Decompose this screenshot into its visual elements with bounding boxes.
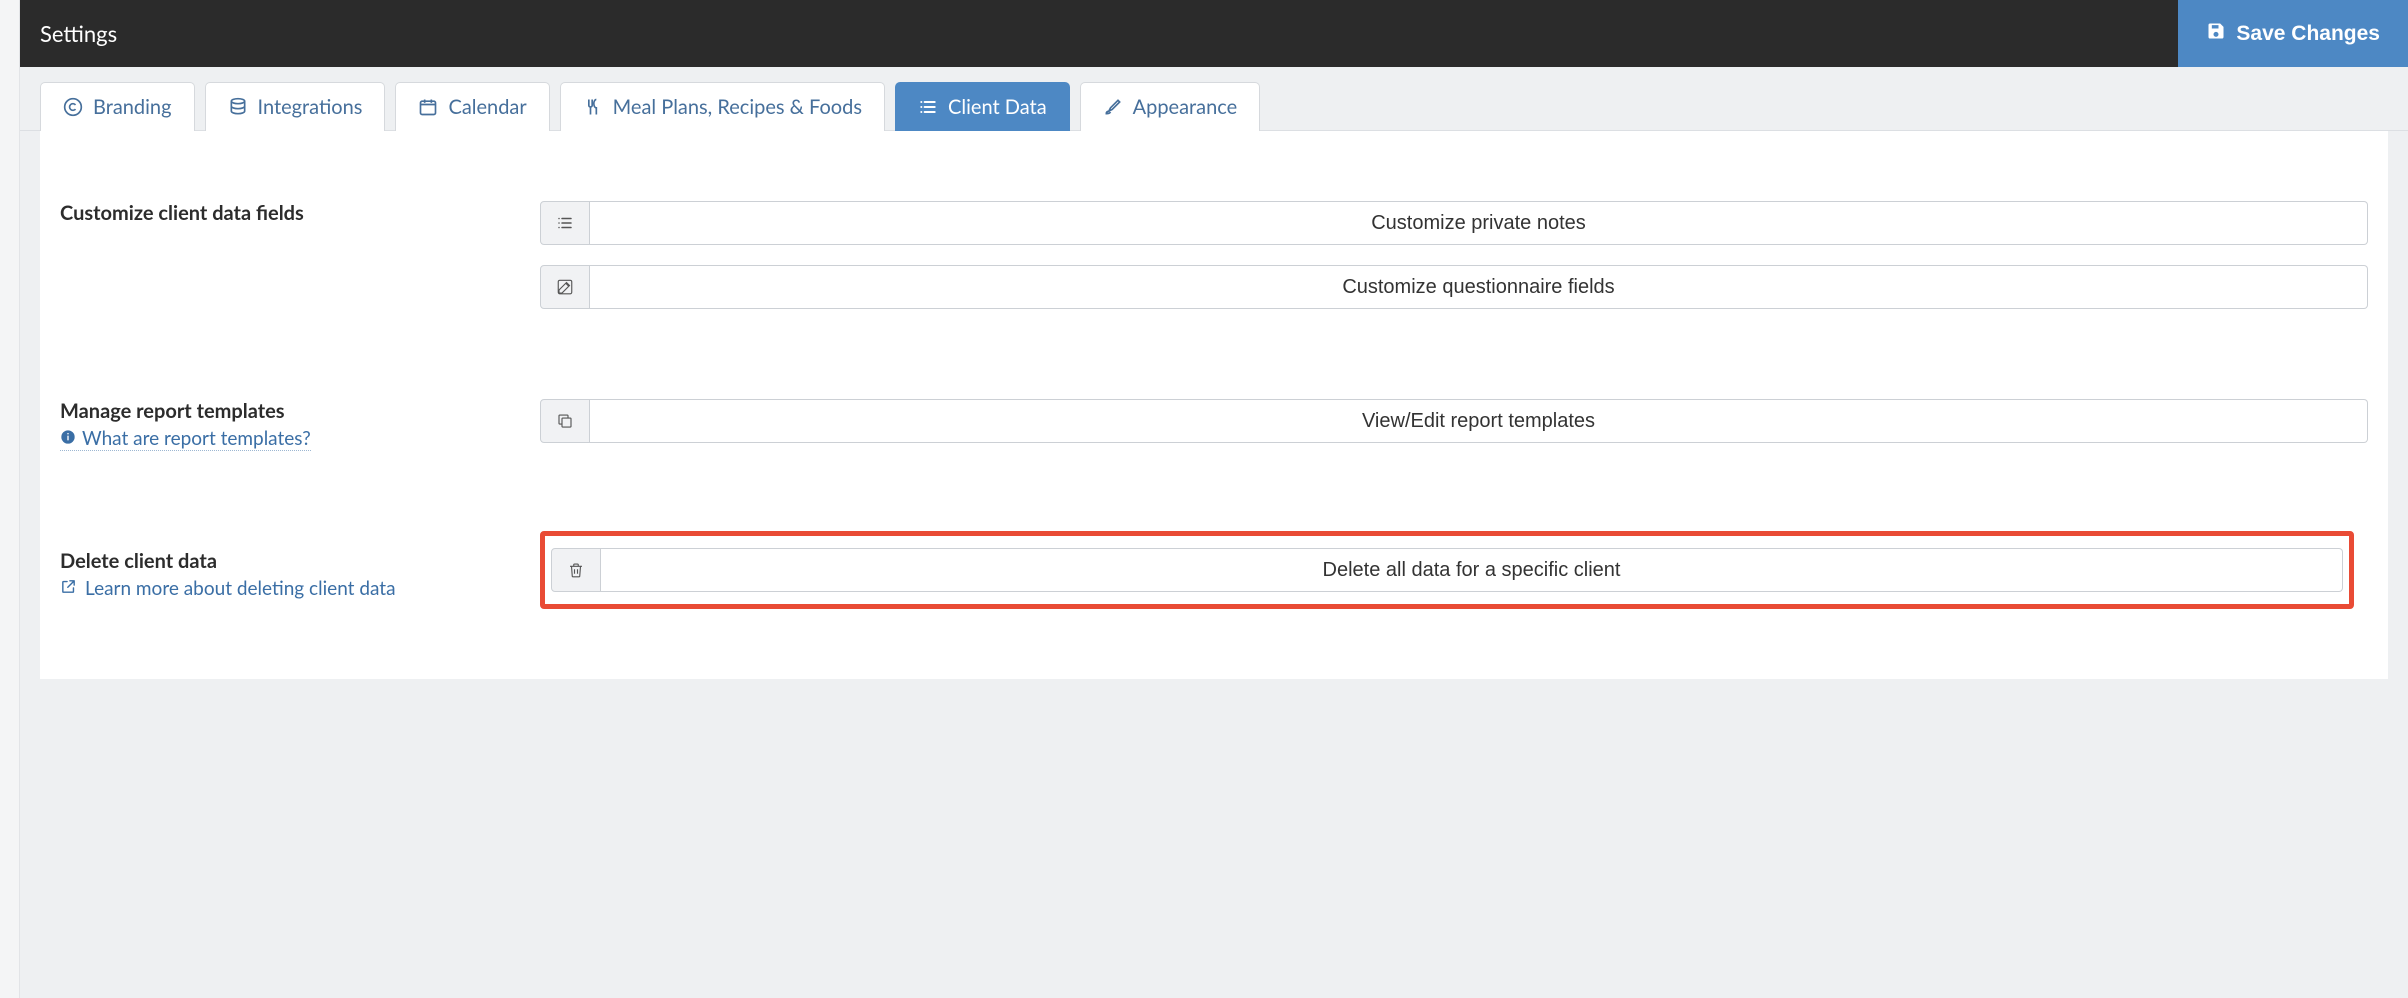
delete-client-data-button[interactable]: Delete all data for a specific client (601, 548, 2343, 592)
tabs-container: Branding Integrations Calendar Meal Plan… (20, 67, 2408, 131)
action-row: Customize questionnaire fields (540, 265, 2368, 309)
section-label: Customize client data fields (40, 201, 540, 309)
tab-label: Branding (93, 95, 172, 119)
save-icon (2206, 21, 2226, 47)
copyright-icon (63, 97, 83, 117)
section-report-templates: Manage report templates What are report … (40, 359, 2388, 501)
link-text: Learn more about deleting client data (85, 577, 396, 600)
tab-calendar[interactable]: Calendar (395, 82, 549, 131)
external-link-icon (60, 577, 77, 600)
tab-meal-plans[interactable]: Meal Plans, Recipes & Foods (560, 82, 885, 131)
save-changes-label: Save Changes (2236, 22, 2380, 46)
list-icon (540, 201, 590, 245)
section-heading: Manage report templates (60, 399, 540, 423)
database-icon (228, 97, 248, 117)
tab-label: Integrations (258, 95, 363, 119)
left-gutter (0, 0, 20, 998)
tabs: Branding Integrations Calendar Meal Plan… (40, 81, 2388, 130)
section-label: Manage report templates What are report … (40, 399, 540, 451)
highlight-annotation: Delete all data for a specific client (540, 531, 2354, 609)
report-templates-help-link[interactable]: What are report templates? (60, 427, 311, 451)
utensils-icon (583, 97, 603, 117)
tab-label: Meal Plans, Recipes & Foods (613, 95, 862, 119)
page: Settings Save Changes Branding Integrati… (20, 0, 2408, 679)
action-row: View/Edit report templates (540, 399, 2368, 443)
link-text: What are report templates? (82, 427, 311, 450)
save-changes-button[interactable]: Save Changes (2178, 0, 2408, 67)
tab-client-data[interactable]: Client Data (895, 82, 1070, 131)
section-body: View/Edit report templates (540, 399, 2388, 451)
edit-icon (540, 265, 590, 309)
tab-integrations[interactable]: Integrations (205, 82, 386, 131)
delete-data-help-link[interactable]: Learn more about deleting client data (60, 577, 396, 600)
copy-icon (540, 399, 590, 443)
section-body: Delete all data for a specific client (540, 531, 2388, 609)
customize-questionnaire-button[interactable]: Customize questionnaire fields (590, 265, 2368, 309)
tab-label: Appearance (1133, 95, 1238, 119)
calendar-icon (418, 97, 438, 117)
section-body: Customize private notes Customize questi… (540, 201, 2388, 309)
info-icon (60, 427, 76, 450)
topbar: Settings Save Changes (20, 0, 2408, 67)
section-heading: Customize client data fields (60, 201, 540, 225)
tab-label: Calendar (448, 95, 526, 119)
section-heading: Delete client data (60, 549, 540, 573)
tab-label: Client Data (948, 95, 1047, 119)
section-label: Delete client data Learn more about dele… (40, 531, 540, 609)
section-delete-client-data: Delete client data Learn more about dele… (40, 501, 2388, 619)
paintbrush-icon (1103, 97, 1123, 117)
section-customize-fields: Customize client data fields Customize p… (40, 201, 2388, 359)
list-icon (918, 97, 938, 117)
action-row: Customize private notes (540, 201, 2368, 245)
tab-appearance[interactable]: Appearance (1080, 82, 1261, 131)
customize-private-notes-button[interactable]: Customize private notes (590, 201, 2368, 245)
view-edit-report-templates-button[interactable]: View/Edit report templates (590, 399, 2368, 443)
trash-icon (551, 548, 601, 592)
content-panel: Customize client data fields Customize p… (40, 131, 2388, 679)
action-row: Delete all data for a specific client (551, 548, 2343, 592)
tab-branding[interactable]: Branding (40, 82, 195, 131)
page-title: Settings (40, 20, 117, 47)
